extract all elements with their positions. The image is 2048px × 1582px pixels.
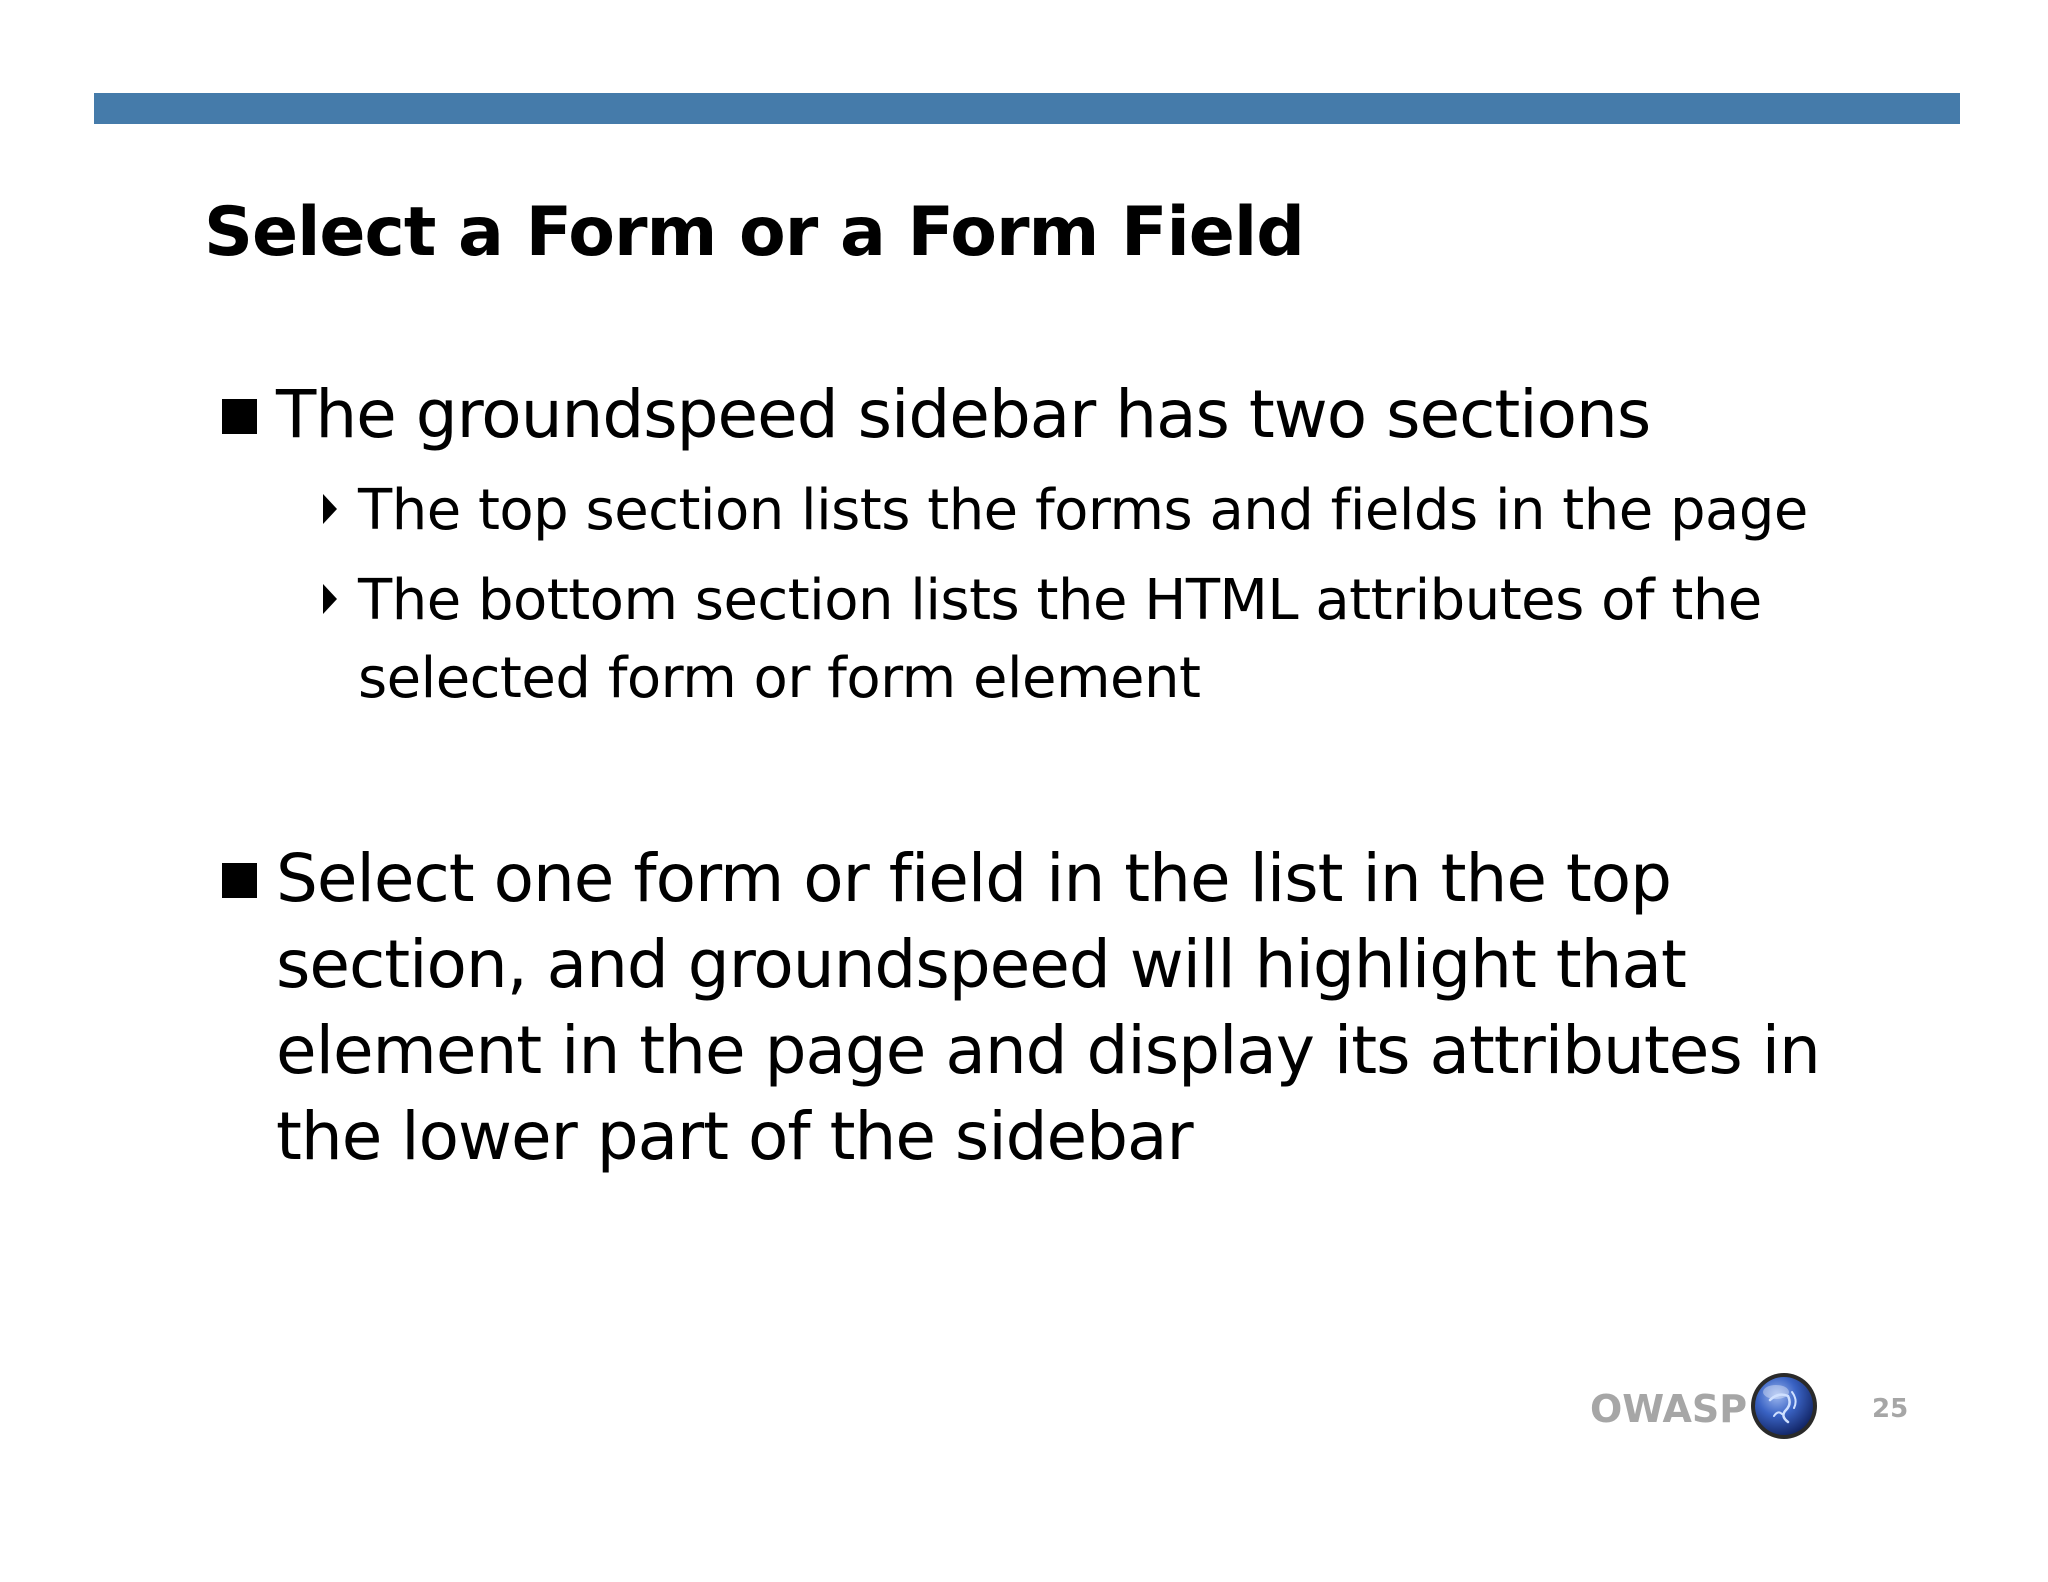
owasp-globe-graphic: [1751, 1373, 1817, 1439]
bullet-item: Select one form or field in the list in …: [222, 836, 1872, 1180]
top-divider-bar: [94, 93, 1960, 124]
square-bullet-icon: [222, 863, 257, 898]
footer-brand: OWASP: [1590, 1387, 1748, 1431]
sub-bullet-item: The top section lists the forms and fiel…: [320, 472, 1820, 550]
triangle-bullet-icon: [323, 584, 337, 614]
sub-bullet-text: The top section lists the forms and fiel…: [358, 478, 1808, 543]
page-number: 25: [1872, 1394, 1909, 1424]
sub-bullet-item: The bottom section lists the HTML attrib…: [320, 562, 1820, 718]
square-bullet-icon: [222, 399, 257, 434]
bullet-text: The groundspeed sidebar has two sections: [276, 376, 1651, 453]
triangle-bullet-icon: [323, 494, 337, 524]
owasp-globe-icon: [1748, 1370, 1820, 1442]
bullet-text: Select one form or field in the list in …: [276, 840, 1821, 1175]
bullet-item: The groundspeed sidebar has two sections: [222, 372, 1872, 458]
sub-bullet-text: The bottom section lists the HTML attrib…: [358, 568, 1762, 711]
slide-title: Select a Form or a Form Field: [204, 193, 1305, 272]
